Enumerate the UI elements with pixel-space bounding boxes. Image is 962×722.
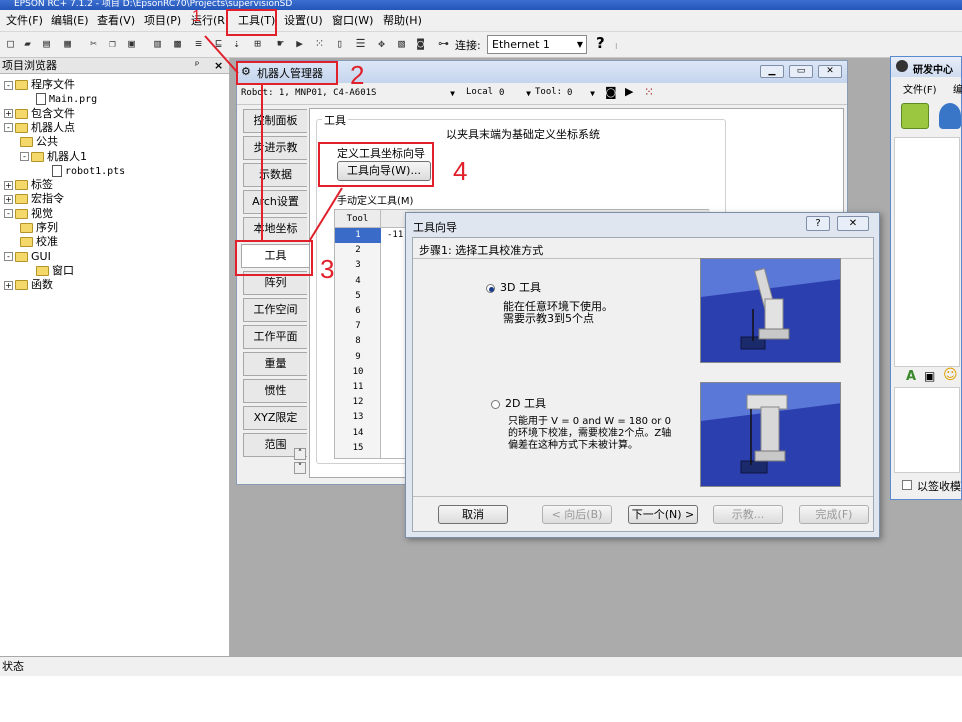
annotation-arrows (204, 35, 343, 241)
